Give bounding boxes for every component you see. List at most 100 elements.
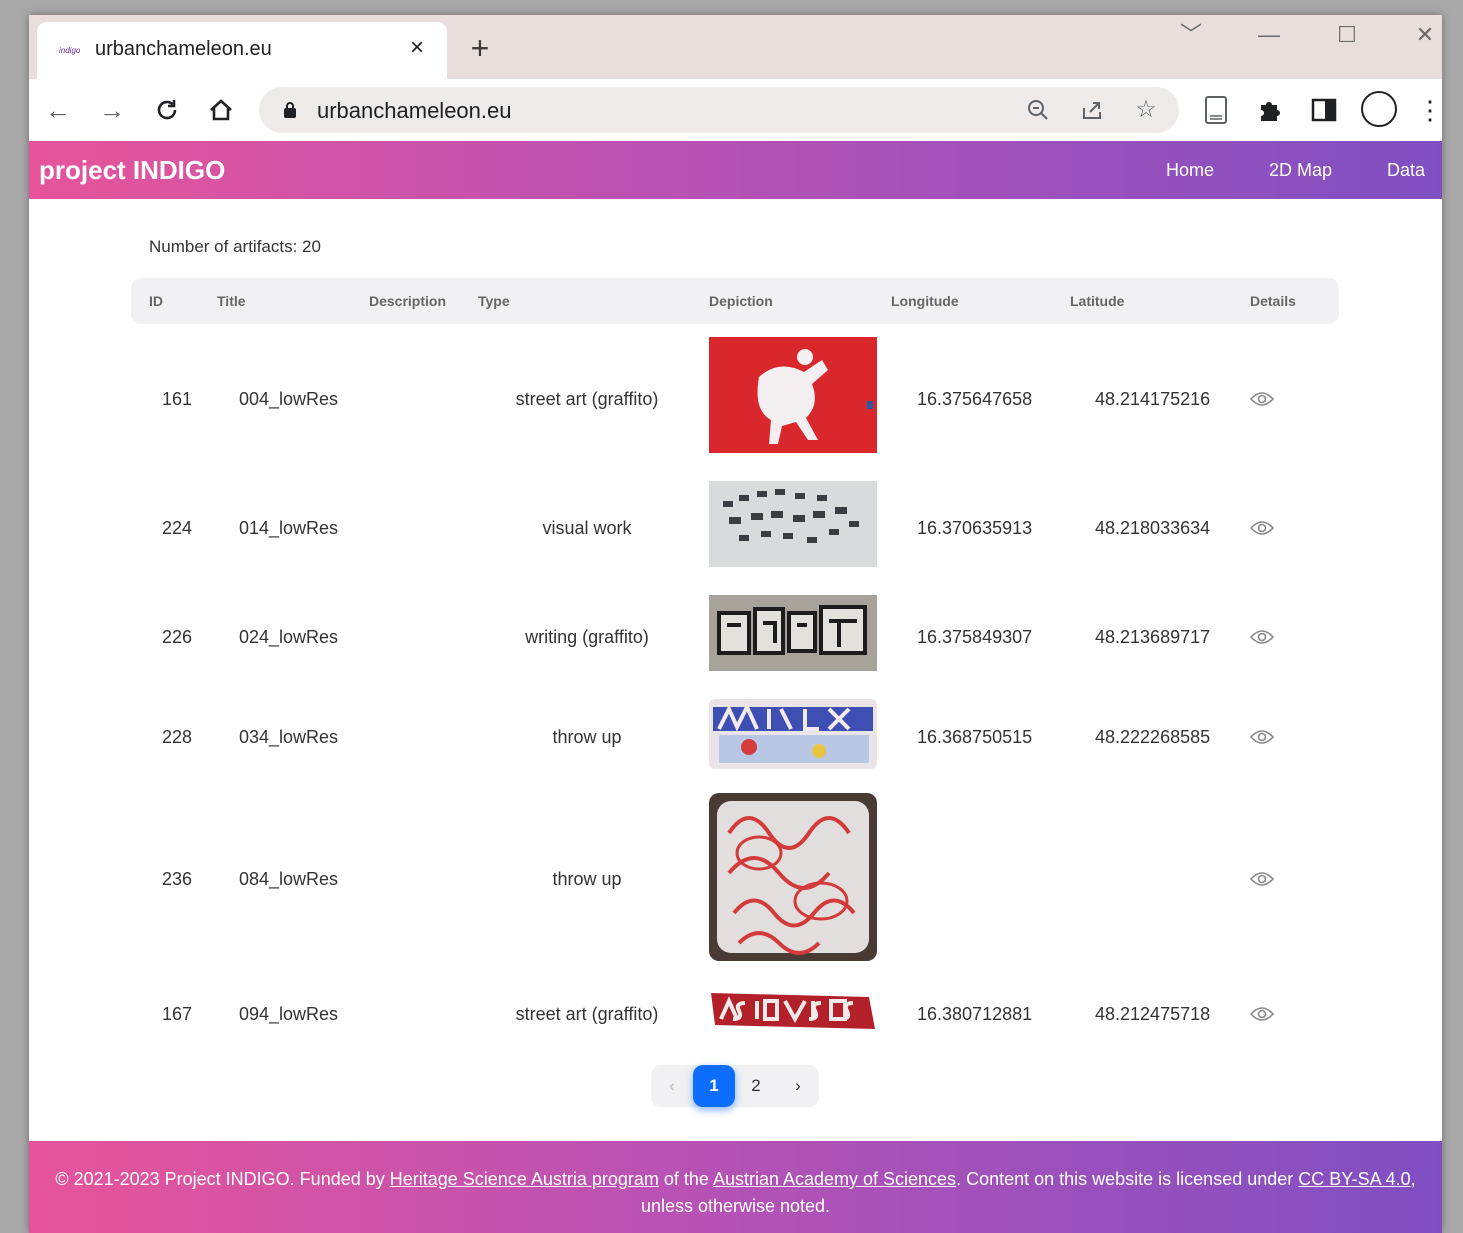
cell-latitude: 48.213689717: [1095, 627, 1211, 647]
view-details-eye-icon[interactable]: [1250, 1006, 1274, 1022]
footer-text: © 2021-2023 Project INDIGO. Funded by He…: [49, 1166, 1422, 1220]
cell-id: 226: [162, 627, 193, 647]
footer-prefix: © 2021-2023 Project INDIGO. Funded by: [55, 1169, 390, 1189]
cell-type: writing (graffito): [525, 627, 649, 647]
back-arrow-icon[interactable]: ←: [41, 93, 75, 127]
view-details-eye-icon[interactable]: [1250, 729, 1274, 745]
cell-longitude: 16.380712881: [917, 1004, 1033, 1024]
cell-longitude: 16.368750515: [917, 727, 1033, 747]
cell-type: throw up: [552, 727, 622, 747]
cell-latitude: 48.218033634: [1095, 518, 1211, 538]
brand-logo[interactable]: project INDIGO: [39, 155, 225, 186]
cell-latitude: 48.212475718: [1095, 1004, 1211, 1024]
academy-of-sciences-link[interactable]: Austrian Academy of Sciences: [713, 1169, 956, 1189]
cell-id: 236: [162, 869, 193, 889]
cell-latitude: 48.222268585: [1095, 727, 1211, 747]
cell-id: 167: [162, 1004, 193, 1024]
cell-type: street art (graffito): [515, 389, 659, 409]
table-row: 236 084_lowRes throw up: [29, 793, 1442, 963]
cell-title: 084_lowRes: [239, 869, 339, 889]
cell-type: street art (graffito): [515, 1004, 659, 1024]
cell-id: 228: [162, 727, 193, 747]
tab-title: urbanchameleon.eu: [95, 38, 272, 60]
forward-arrow-icon[interactable]: →: [95, 93, 129, 127]
cell-title: 024_lowRes: [239, 627, 339, 647]
page-2-button[interactable]: 2: [735, 1065, 777, 1107]
artwork-thumbnail[interactable]: [709, 481, 877, 567]
next-page-button[interactable]: ›: [777, 1065, 819, 1107]
tab-strip: indigo urbanchameleon.eu × + ﹀ — ☐ ✕: [29, 15, 1442, 79]
favicon-icon: indigo: [59, 46, 81, 55]
tab-search-icon[interactable]: ﹀: [1171, 19, 1211, 51]
view-details-eye-icon[interactable]: [1250, 871, 1274, 887]
cell-type: throw up: [552, 869, 622, 889]
reload-icon[interactable]: [150, 93, 184, 127]
column-header-title: Title: [217, 293, 246, 309]
page-1-button[interactable]: 1: [693, 1065, 735, 1107]
home-icon[interactable]: [204, 93, 238, 127]
heritage-science-link[interactable]: Heritage Science Austria program: [390, 1169, 659, 1189]
new-tab-button[interactable]: +: [465, 32, 495, 64]
maximize-button[interactable]: ☐: [1327, 19, 1367, 51]
table-row: 161 004_lowRes street art (graffito): [29, 335, 1442, 463]
cell-title: 094_lowRes: [239, 1004, 339, 1024]
reading-mode-icon[interactable]: [1199, 93, 1233, 127]
view-details-eye-icon[interactable]: [1250, 391, 1274, 407]
artwork-thumbnail[interactable]: [709, 989, 877, 1033]
table-row: 226 024_lowRes writing (graffito): [29, 593, 1442, 673]
cell-longitude: 16.375849307: [917, 627, 1033, 647]
table-header: ID Title Description Type Depiction Long…: [131, 278, 1339, 324]
browser-window: indigo urbanchameleon.eu × + ﹀ — ☐ ✕ ← →…: [29, 15, 1442, 1233]
column-header-details: Details: [1250, 293, 1296, 309]
nav-2d-map-link[interactable]: 2D Map: [1269, 160, 1332, 181]
side-panel-icon[interactable]: [1307, 93, 1341, 127]
bookmark-star-icon[interactable]: ☆: [1131, 95, 1161, 125]
cell-longitude: 16.375647658: [917, 389, 1033, 409]
column-header-id: ID: [149, 293, 163, 309]
url-text: urbanchameleon.eu: [317, 98, 512, 123]
artwork-thumbnail[interactable]: [709, 699, 877, 769]
view-details-eye-icon[interactable]: [1250, 629, 1274, 645]
cell-title: 004_lowRes: [239, 389, 339, 409]
minimize-button[interactable]: —: [1249, 19, 1289, 51]
cell-latitude: 48.214175216: [1095, 389, 1211, 409]
extensions-puzzle-icon[interactable]: [1253, 93, 1287, 127]
cell-title: 014_lowRes: [239, 518, 339, 538]
table-row: 167 094_lowRes street art (graffito): [29, 987, 1442, 1037]
license-link[interactable]: CC BY-SA 4.0: [1298, 1169, 1410, 1189]
table-row: 224 014_lowRes visual work: [29, 473, 1442, 573]
column-header-latitude: Latitude: [1070, 293, 1125, 309]
site-navbar: project INDIGO Home 2D Map Data: [29, 141, 1442, 199]
column-header-depiction: Depiction: [709, 293, 773, 309]
table-row: 228 034_lowRes throw up: [29, 695, 1442, 771]
previous-page-button[interactable]: ‹: [651, 1065, 693, 1107]
footer-mid1: of the: [658, 1169, 713, 1189]
pagination: ‹ 1 2 ›: [651, 1065, 819, 1107]
cell-type: visual work: [542, 518, 632, 538]
artifact-count: Number of artifacts: 20: [149, 237, 321, 256]
profile-avatar-icon[interactable]: [1361, 91, 1397, 127]
artwork-thumbnail[interactable]: [709, 793, 877, 961]
cell-longitude: 16.370635913: [917, 518, 1033, 538]
browser-toolbar: ← → urbanchameleon.eu ☆ ⋮: [29, 79, 1442, 141]
share-icon[interactable]: [1077, 95, 1107, 125]
address-bar[interactable]: urbanchameleon.eu ☆: [259, 87, 1179, 133]
artwork-thumbnail[interactable]: [709, 337, 877, 453]
column-header-type: Type: [478, 293, 510, 309]
browser-tab[interactable]: indigo urbanchameleon.eu ×: [37, 22, 447, 79]
cell-id: 161: [162, 389, 193, 409]
artwork-thumbnail[interactable]: [709, 595, 877, 671]
site-footer: © 2021-2023 Project INDIGO. Funded by He…: [29, 1141, 1442, 1233]
nav-home-link[interactable]: Home: [1166, 160, 1214, 181]
nav-data-link[interactable]: Data: [1387, 160, 1425, 181]
menu-kebab-icon[interactable]: ⋮: [1417, 93, 1442, 127]
cell-title: 034_lowRes: [239, 727, 339, 747]
lock-icon: [284, 102, 296, 118]
footer-mid2: . Content on this website is licensed un…: [956, 1169, 1299, 1189]
close-window-button[interactable]: ✕: [1405, 19, 1442, 51]
cell-id: 224: [162, 518, 193, 538]
view-details-eye-icon[interactable]: [1250, 520, 1274, 536]
zoom-icon[interactable]: [1023, 95, 1053, 125]
column-header-description: Description: [369, 293, 447, 309]
close-tab-icon[interactable]: ×: [403, 34, 431, 62]
